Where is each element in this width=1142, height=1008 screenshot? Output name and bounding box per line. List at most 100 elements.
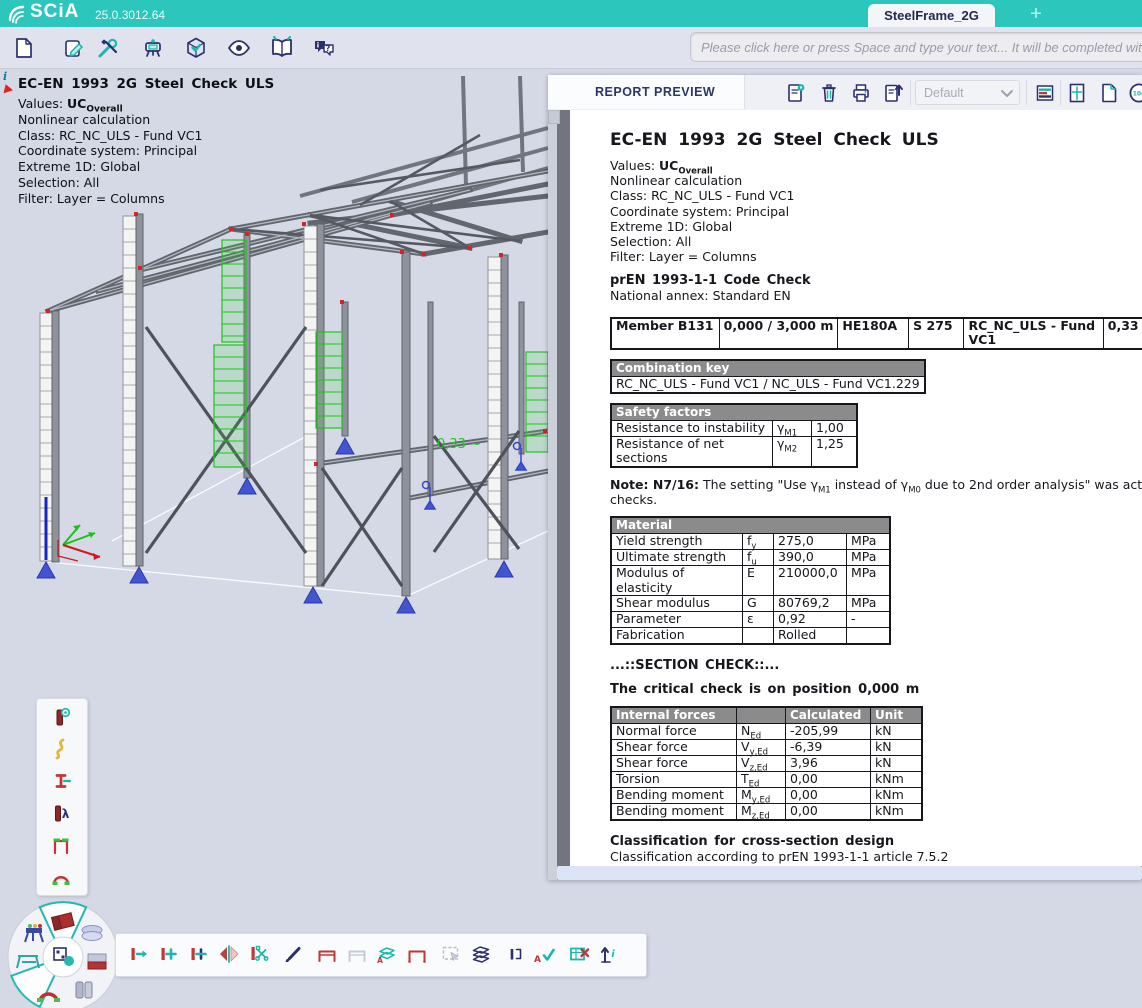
storey-copy-icon[interactable]: A (374, 942, 400, 968)
view-icon[interactable] (225, 34, 253, 62)
delete-table-icon[interactable] (566, 942, 592, 968)
cell: Mz,Ed (737, 804, 786, 821)
cell: fy (743, 534, 774, 550)
project-tab[interactable]: SteelFrame_2G (868, 4, 995, 27)
table-row: Shear force Vy,Ed -6,39 kN (611, 740, 922, 756)
material-table: Material Yield strength fy 275,0 MPa Ult… (610, 516, 891, 645)
cell: RC_NC_ULS - Fund VC1 / NC_ULS - Fund VC1… (611, 376, 925, 393)
cell: NEd (737, 724, 786, 740)
table-header: Material (611, 517, 890, 534)
cross-section-spray-icon[interactable] (48, 769, 74, 795)
table-row: Normal force NEd -205,99 kN (611, 724, 922, 740)
workstation-wheel[interactable] (0, 890, 126, 1008)
separator (1060, 80, 1061, 105)
mirror-member-icon[interactable] (216, 942, 242, 968)
report-values: Values: UCOverall (610, 158, 1142, 173)
cell: 0,00 (786, 788, 871, 804)
cell: Rolled (774, 628, 847, 645)
merge-members-icon[interactable] (186, 942, 212, 968)
cell: 390,0 (774, 550, 847, 566)
frame-template-icon[interactable] (314, 942, 340, 968)
survey-device-icon[interactable] (139, 34, 167, 62)
page-view-icon[interactable] (1096, 80, 1122, 106)
cell: E (743, 566, 774, 596)
export-report-icon[interactable] (880, 80, 906, 106)
info-flag-icon: i (3, 70, 7, 83)
plates-stack-icon[interactable] (82, 926, 102, 941)
member-toolbar: λ (36, 698, 88, 896)
check-validate-icon[interactable]: A (532, 942, 558, 968)
cell: Ultimate strength (611, 550, 743, 566)
cell (743, 628, 774, 645)
overlay-line: Coordinate system: Principal (18, 143, 274, 159)
report-preview-panel: REPORT PREVIEW Default 100 EC-EN 1993 2G (548, 75, 1142, 880)
regenerate-report-icon[interactable] (783, 80, 809, 106)
report-left-gutter[interactable] (548, 110, 557, 880)
new-project-icon[interactable] (10, 34, 38, 62)
cell: γM1 (773, 420, 812, 436)
print-report-icon[interactable] (848, 80, 874, 106)
coordinate-info-icon[interactable]: i (596, 942, 622, 968)
annex-line: National annex: Standard EN (610, 288, 1142, 303)
paint-properties-icon[interactable] (280, 942, 306, 968)
member-settings-icon[interactable] (48, 705, 74, 731)
table-row: Bending moment My,Ed 0,00 kNm (611, 788, 922, 804)
model-check-icon[interactable] (182, 34, 210, 62)
edit-project-icon[interactable] (60, 34, 88, 62)
table-header: Combination key (611, 360, 925, 377)
curved-member-icon[interactable] (48, 737, 74, 763)
overlay-line: Extreme 1D: Global (18, 159, 274, 175)
svg-text:?: ? (326, 44, 331, 53)
cell: -6,39 (786, 740, 871, 756)
cell: Bending moment (611, 788, 737, 804)
member-table: Member B131 0,000 / 3,000 m HE180A S 275… (610, 317, 1142, 350)
layers-icon[interactable] (468, 942, 494, 968)
arch-member-icon[interactable] (48, 865, 74, 891)
cell: HE180A (838, 318, 909, 349)
cell: TEd (737, 772, 786, 788)
extend-member-icon[interactable] (126, 942, 152, 968)
note-text: Note: N7/16: The setting "Use γM1 instea… (610, 477, 1142, 507)
svg-text:i: i (611, 949, 615, 960)
delete-report-item-icon[interactable] (816, 80, 842, 106)
cell: kN (871, 756, 923, 772)
cell: 0,00 (786, 804, 871, 821)
overlay-title: EC-EN 1993 2G Steel Check ULS (18, 76, 274, 92)
stability-lambda-icon[interactable]: λ (48, 801, 74, 827)
tools-icon[interactable] (94, 34, 122, 62)
cell: Resistance to instability (611, 420, 773, 436)
cell: Normal force (611, 724, 737, 740)
frame-haunch-icon[interactable] (48, 833, 74, 859)
table-header: Safety factors (611, 404, 857, 421)
classification-line: Classification according to prEN 1993-1-… (610, 849, 1142, 864)
report-style-dropdown[interactable]: Default (915, 80, 1020, 105)
cell: Parameter (611, 612, 743, 628)
frame-opening-icon[interactable] (404, 942, 430, 968)
cell: kNm (871, 804, 923, 821)
storage-box-icon[interactable] (88, 954, 106, 969)
check-info-overlay: EC-EN 1993 2G Steel Check ULS Values: UC… (18, 76, 274, 207)
cell: 3,96 (786, 756, 871, 772)
cell: G (743, 596, 774, 612)
zoom-100-icon[interactable]: 100 (1126, 80, 1142, 106)
report-body: EC-EN 1993 2G Steel Check ULS Values: UC… (548, 110, 1142, 880)
cell: Shear force (611, 740, 737, 756)
rename-labels-icon[interactable]: I (502, 942, 528, 968)
svg-text:A: A (534, 955, 541, 965)
command-input[interactable] (690, 32, 1142, 62)
cell: 80769,2 (774, 596, 847, 612)
cell: 210000,0 (774, 566, 847, 596)
report-horizontal-scrollbar[interactable] (557, 866, 1142, 880)
cell: Shear force (611, 756, 737, 772)
page-fit-icon[interactable] (1064, 80, 1090, 106)
cut-member-icon[interactable] (246, 942, 272, 968)
table-row: Torsion TEd 0,00 kNm (611, 772, 922, 788)
join-members-icon[interactable] (156, 942, 182, 968)
report-title-tab[interactable]: REPORT PREVIEW (548, 75, 745, 109)
cell: MPa (847, 550, 891, 566)
new-tab-button[interactable]: + (1018, 2, 1054, 26)
table-composer-icon[interactable] (1032, 80, 1058, 106)
help-icon[interactable]: i? (310, 34, 338, 62)
documentation-icon[interactable] (268, 34, 296, 62)
overlay-values: Values: UCOverall (18, 96, 274, 112)
